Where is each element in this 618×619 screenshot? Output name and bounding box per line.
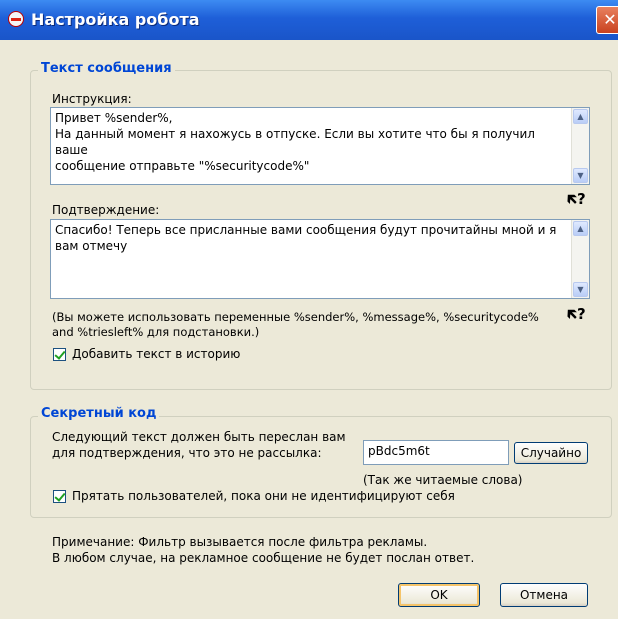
instruction-text: Привет %sender%, На данный момент я нахо…	[55, 111, 535, 173]
variables-hint-line2: and %triesleft% для подстановки.)	[52, 325, 260, 339]
help-pointer-icon[interactable]: 🡴?	[567, 304, 589, 324]
secret-desc-line2: для подтверждения, что это не рассылка:	[52, 446, 322, 460]
readable-words-hint: (Так же читаемые слова)	[363, 473, 523, 487]
ok-button[interactable]: OK	[398, 583, 480, 607]
settings-dialog: Настройка робота ✕ Текст сообщения Инстр…	[0, 0, 618, 619]
add-history-label[interactable]: Добавить текст в историю	[72, 347, 240, 361]
confirmation-scrollbar[interactable]: ▲ ▼	[571, 220, 589, 298]
confirmation-textarea[interactable]: Спасибо! Теперь все присланные вами сооб…	[50, 219, 590, 299]
scroll-down-icon[interactable]: ▼	[573, 282, 588, 297]
instruction-label: Инструкция:	[52, 92, 132, 106]
close-button[interactable]: ✕	[596, 6, 618, 34]
confirmation-label: Подтверждение:	[52, 203, 160, 217]
note-line2: В любом случае, на рекламное сообщение н…	[52, 551, 475, 565]
confirmation-text: Спасибо! Теперь все присланные вами сооб…	[55, 223, 557, 253]
note-line1: Примечание: Фильтр вызывается после филь…	[52, 535, 428, 549]
hide-users-checkbox[interactable]	[53, 490, 66, 503]
scroll-down-icon[interactable]: ▼	[573, 168, 588, 183]
hide-users-label[interactable]: Прятать пользователей, пока они не идент…	[72, 489, 455, 503]
secret-code-legend: Секретный код	[38, 406, 160, 421]
instruction-scrollbar[interactable]: ▲ ▼	[571, 108, 589, 184]
add-history-checkbox[interactable]	[53, 348, 66, 361]
title-bar[interactable]: Настройка робота ✕	[0, 0, 618, 40]
message-text-legend: Текст сообщения	[38, 61, 175, 76]
window-title: Настройка робота	[31, 10, 200, 29]
secret-code-input[interactable]: pBdc5m6t	[363, 440, 509, 465]
help-pointer-icon[interactable]: 🡴?	[567, 189, 589, 209]
scroll-up-icon[interactable]: ▲	[573, 109, 588, 124]
secret-desc-line1: Следующий текст должен быть переслан вам	[52, 430, 346, 444]
stop-sign-icon	[8, 11, 24, 27]
cancel-button[interactable]: Отмена	[500, 583, 588, 607]
random-button[interactable]: Случайно	[514, 442, 588, 464]
scroll-up-icon[interactable]: ▲	[573, 221, 588, 236]
variables-hint-line1: (Вы можете использовать переменные %send…	[52, 310, 539, 324]
instruction-textarea[interactable]: Привет %sender%, На данный момент я нахо…	[50, 107, 590, 185]
